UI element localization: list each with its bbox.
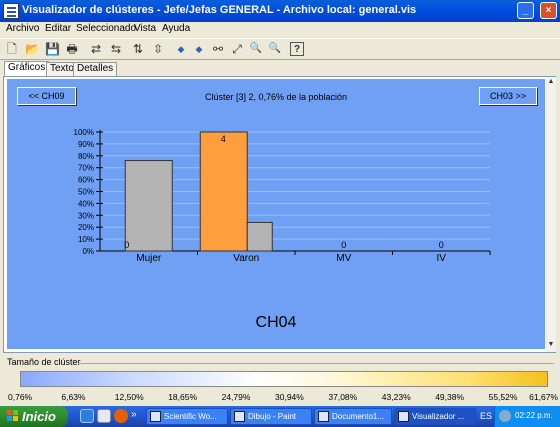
collapse-icon[interactable]: ⇳ (151, 42, 165, 56)
tab-detalles[interactable]: Detalles (73, 62, 118, 76)
cluster-size-tick: 37,08% (328, 392, 358, 402)
y-tick-label: 100% (74, 128, 94, 137)
zoom-in-icon[interactable]: 🔍 (249, 42, 263, 56)
bar (199, 131, 248, 252)
cluster-size-label: Tamaño de clúster (7, 357, 81, 367)
data-label: 0 (341, 240, 346, 250)
x-tick-label: IV (437, 253, 447, 264)
clock: 02:22 p.m. (515, 411, 553, 420)
menu-bar: Archivo Editar Seleccionado Vista Ayuda (0, 22, 560, 37)
zoom-out-icon[interactable]: 🔍 (268, 42, 282, 56)
menu-seleccionado[interactable]: Seleccionado (76, 23, 136, 34)
windows-logo-icon (7, 410, 19, 422)
taskbar-item[interactable]: Documento1... (314, 408, 392, 425)
zoom-fit-icon[interactable]: ⤢ (230, 42, 244, 56)
y-tick-label: 30% (78, 211, 94, 220)
y-tick-label: 20% (78, 223, 94, 232)
taskbar: Inicio » Scientific Wo... Dibujo - Paint… (0, 406, 560, 427)
cluster-size-gradient (20, 371, 548, 387)
plot-area: << CH09 Clúster [3] 2, 0,76% de la pobla… (7, 79, 545, 349)
swap-icon[interactable]: ⇄ (89, 42, 103, 56)
cluster-size-tick: 55,52% (488, 392, 518, 402)
menu-vista[interactable]: Vista (134, 23, 156, 34)
app-icon (234, 411, 245, 422)
cluster-size-tick: 6,63% (61, 392, 86, 402)
arrow-right-icon[interactable]: ◆ (192, 42, 206, 56)
cluster-size-tick: 0,76% (8, 392, 33, 402)
help-icon[interactable]: ? (290, 42, 304, 56)
print-icon[interactable]: 🖶 (65, 42, 79, 56)
taskbar-item-active[interactable]: Visualizador ... (394, 408, 476, 425)
menu-ayuda[interactable]: Ayuda (162, 23, 190, 34)
more-quicklaunch-icon[interactable]: » (131, 409, 137, 420)
title-bar[interactable]: Visualizador de clústeres - Jefe/Jefas G… (0, 0, 560, 22)
tab-graficos[interactable]: Gráficos (4, 61, 50, 76)
cluster-size-panel: Tamaño de clúster 0,76% 6,63% 12,50% 18,65%… (0, 354, 560, 406)
cluster-size-tick: 18,65% (168, 392, 198, 402)
minimize-button[interactable]: _ (517, 2, 534, 19)
cluster-size-tick: 30,94% (275, 392, 304, 402)
y-tick-label: 70% (78, 164, 94, 173)
scroll-up-icon[interactable]: ▲ (546, 77, 556, 87)
taskbar-item[interactable]: Dibujo - Paint (230, 408, 312, 425)
cluster-size-tick: 49,38% (435, 392, 465, 402)
y-tick-label: 90% (78, 140, 94, 149)
cluster-size-tick: 43,23% (381, 392, 411, 402)
y-tick-label: 80% (78, 152, 94, 161)
start-label: Inicio (22, 409, 56, 424)
binoculars-icon[interactable]: ⚯ (211, 42, 225, 56)
application-window: Visualizador de clústeres - Jefe/Jefas G… (0, 0, 560, 406)
cluster-size-tick: 61,67% (529, 392, 558, 402)
language-indicator[interactable]: ES (480, 411, 492, 421)
toolbar: 🗋 📂 💾 🖶 ⇄ ⇆ ⇅ ⇳ ◆ ◆ ⚯ ⤢ 🔍 🔍 ? (0, 38, 560, 60)
divider (78, 363, 554, 364)
chart-panel: << CH09 Clúster [3] 2, 0,76% de la pobla… (3, 76, 556, 353)
bar (246, 221, 273, 252)
open-icon[interactable]: 📂 (25, 42, 40, 56)
arrow-left-icon[interactable]: ◆ (174, 42, 188, 56)
taskbar-item-label: Visualizador ... (412, 412, 465, 421)
y-tick-label: 0% (82, 247, 94, 256)
menu-archivo[interactable]: Archivo (6, 23, 39, 34)
data-label: 0 (124, 240, 129, 250)
y-tick-label: 50% (78, 188, 94, 197)
x-tick-label: Varon (233, 253, 259, 264)
app-icon (150, 411, 161, 422)
y-tick-label: 10% (78, 235, 94, 244)
taskbar-item-label: Scientific Wo... (164, 412, 217, 421)
firefox-icon[interactable] (114, 409, 128, 423)
internet-explorer-icon[interactable] (80, 409, 94, 423)
x-tick-label: Mujer (136, 253, 162, 264)
window-title: Visualizador de clústeres - Jefe/Jefas G… (22, 4, 417, 16)
data-label: 0 (439, 240, 444, 250)
cluster-size-tick: 12,50% (114, 392, 144, 402)
start-button[interactable]: Inicio (0, 406, 68, 427)
close-button[interactable]: × (540, 2, 557, 19)
vertical-scrollbar[interactable]: ▲ ▼ (546, 77, 556, 352)
save-icon[interactable]: 💾 (45, 42, 60, 56)
data-label: 4 (221, 134, 226, 144)
app-icon[interactable] (3, 3, 19, 19)
menu-editar[interactable]: Editar (45, 23, 71, 34)
outlook-icon[interactable] (97, 409, 111, 423)
x-tick-label: MV (336, 253, 351, 264)
bar (124, 160, 173, 252)
app-icon (398, 411, 409, 422)
variable-label: CH04 (255, 314, 297, 331)
new-icon[interactable]: 🗋 (5, 42, 19, 56)
system-tray: 02:22 p.m. (494, 406, 560, 427)
y-tick-label: 60% (78, 176, 94, 185)
y-tick-label: 40% (78, 199, 94, 208)
app-icon (318, 411, 329, 422)
tray-icon[interactable] (499, 410, 511, 422)
cluster-size-tick: 24,79% (221, 392, 251, 402)
taskbar-item[interactable]: Scientific Wo... (146, 408, 228, 425)
swap-reverse-icon[interactable]: ⇆ (109, 42, 123, 56)
scroll-down-icon[interactable]: ▼ (546, 340, 556, 350)
bar-chart: 0% 10% 20% 30% 40% 50% 60% 70% 80% 90% 100% Mujer Va… (74, 128, 491, 264)
taskbar-item-label: Dibujo - Paint (248, 412, 297, 421)
taskbar-item-label: Documento1... (332, 412, 385, 421)
sort-icon[interactable]: ⇅ (131, 42, 145, 56)
